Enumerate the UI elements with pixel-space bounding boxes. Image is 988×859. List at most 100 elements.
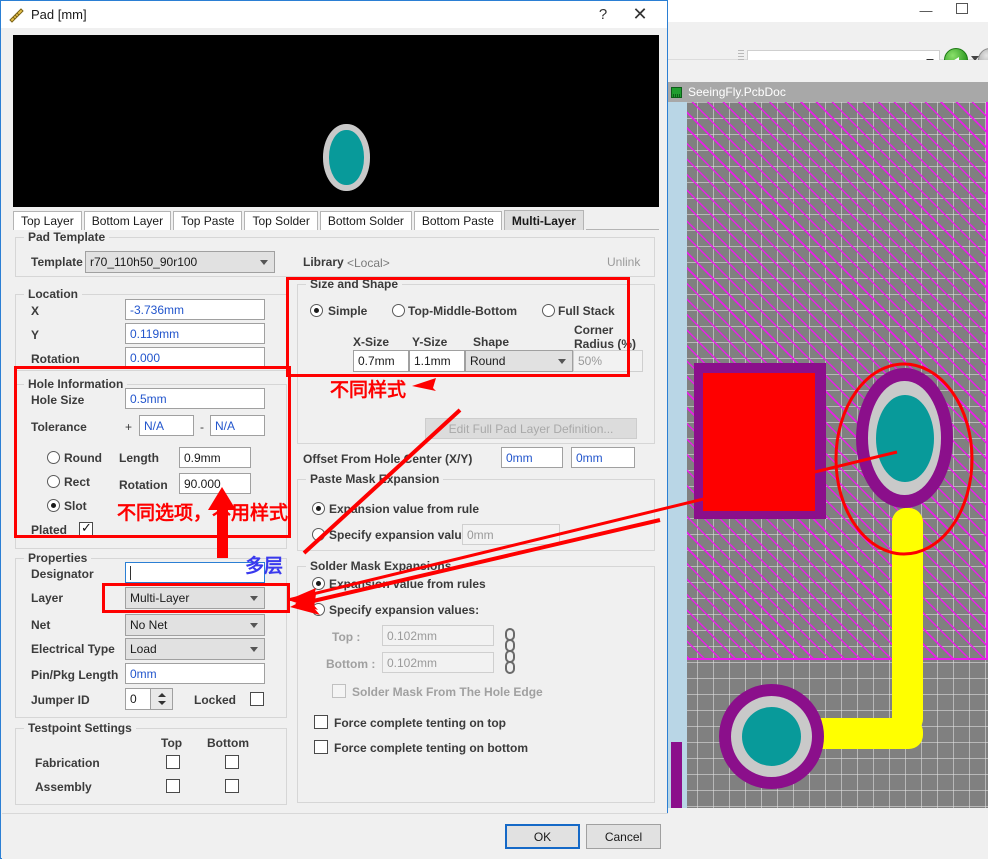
tolerance-plus-input[interactable]: N/A bbox=[139, 415, 194, 436]
shape-select-value: Round bbox=[470, 354, 506, 368]
layer-select-value: Multi-Layer bbox=[130, 591, 190, 605]
stepper-down-icon[interactable] bbox=[158, 701, 166, 705]
minimize-button[interactable]: — bbox=[919, 4, 933, 17]
help-button[interactable]: ? bbox=[594, 6, 612, 23]
template-select[interactable]: r70_110h50_90r100 bbox=[85, 251, 275, 273]
edit-full-pad-layer-definition-label: Edit Full Pad Layer Definition... bbox=[448, 421, 614, 436]
paste-mask-specify-value: 0mm bbox=[467, 527, 494, 542]
tolerance-plus-value: N/A bbox=[144, 418, 165, 433]
net-select-value: No Net bbox=[130, 618, 168, 632]
xsize-input[interactable]: 0.7mm bbox=[353, 350, 409, 372]
testpoint-fabrication-label: Fabrication bbox=[35, 756, 100, 770]
tolerance-minus-input[interactable]: N/A bbox=[210, 415, 265, 436]
layer-select[interactable]: Multi-Layer bbox=[125, 587, 265, 609]
force-tenting-top-checkbox[interactable] bbox=[314, 715, 328, 729]
tab-multi-layer[interactable]: Multi-Layer bbox=[503, 210, 584, 230]
pcb-document-icon bbox=[671, 86, 682, 98]
paste-mask-specify-radio[interactable] bbox=[312, 528, 325, 541]
net-select[interactable]: No Net bbox=[125, 614, 265, 636]
unlink-button[interactable]: Unlink bbox=[607, 255, 640, 269]
testpoint-fabrication-top-checkbox[interactable] bbox=[166, 755, 180, 769]
electrical-type-select[interactable]: Load bbox=[125, 638, 265, 660]
hole-length-value: 0.9mm bbox=[184, 450, 221, 465]
corner-radius-input[interactable]: 50% bbox=[573, 350, 643, 372]
location-x-input[interactable]: -3.736mm bbox=[125, 299, 265, 320]
locked-label: Locked bbox=[194, 693, 237, 707]
tolerance-label: Tolerance bbox=[31, 420, 87, 434]
chevron-down-icon bbox=[250, 596, 258, 601]
pcb-slot-pad-hole[interactable] bbox=[876, 395, 934, 482]
tab-bottom-layer[interactable]: Bottom Layer bbox=[83, 211, 172, 230]
tab-bottom-paste[interactable]: Bottom Paste bbox=[413, 211, 502, 230]
size-mode-tmb-radio[interactable] bbox=[392, 304, 405, 317]
text-caret bbox=[130, 565, 131, 580]
tab-top-layer[interactable]: Top Layer bbox=[13, 211, 82, 230]
solder-mask-from-hole-edge-label: Solder Mask From The Hole Edge bbox=[352, 685, 543, 699]
pad-template-group-title: Pad Template bbox=[24, 230, 110, 244]
plated-label: Plated bbox=[31, 523, 68, 537]
testpoint-col-top: Top bbox=[161, 736, 183, 750]
location-y-input[interactable]: 0.119mm bbox=[125, 323, 265, 344]
stepper-up-icon[interactable] bbox=[158, 693, 166, 697]
location-x-value: -3.736mm bbox=[130, 302, 185, 317]
maximize-button[interactable] bbox=[956, 3, 968, 14]
background-toolbar bbox=[665, 22, 988, 72]
hole-size-input[interactable]: 0.5mm bbox=[125, 388, 265, 409]
offset-x-input[interactable]: 0mm bbox=[501, 447, 563, 468]
solder-mask-top-input[interactable]: 0.102mm bbox=[382, 625, 494, 646]
force-tenting-bottom-checkbox[interactable] bbox=[314, 740, 328, 754]
pcb-trace-vertical[interactable] bbox=[892, 508, 923, 733]
shape-select[interactable]: Round bbox=[465, 350, 573, 372]
paste-mask-from-rule-label: Expansion value from rule bbox=[329, 502, 480, 516]
hole-shape-round-radio[interactable] bbox=[47, 451, 60, 464]
offset-y-input[interactable]: 0mm bbox=[571, 447, 635, 468]
ysize-input[interactable]: 1.1mm bbox=[409, 350, 465, 372]
col-xsize-header: X-Size bbox=[353, 335, 390, 349]
solder-mask-bottom-input[interactable]: 0.102mm bbox=[382, 652, 494, 673]
close-icon[interactable]: ✕ bbox=[630, 4, 650, 24]
hole-shape-rect-radio[interactable] bbox=[47, 475, 60, 488]
testpoint-col-bottom: Bottom bbox=[207, 736, 249, 750]
paste-mask-from-rule-radio[interactable] bbox=[312, 502, 325, 515]
layer-tabs: Top Layer Bottom Layer Top Paste Top Sol… bbox=[13, 210, 659, 230]
tab-top-solder[interactable]: Top Solder bbox=[244, 211, 318, 230]
location-rotation-input[interactable]: 0.000 bbox=[125, 347, 265, 368]
testpoint-assembly-bottom-checkbox[interactable] bbox=[225, 779, 239, 793]
net-label: Net bbox=[31, 618, 51, 632]
ok-button[interactable]: OK bbox=[505, 824, 580, 849]
jumper-id-input[interactable]: 0 bbox=[125, 688, 151, 710]
locked-checkbox[interactable] bbox=[250, 692, 264, 706]
pcb-round-pad-hole[interactable] bbox=[742, 707, 801, 766]
testpoint-fabrication-bottom-checkbox[interactable] bbox=[225, 755, 239, 769]
pcb-square-pad[interactable] bbox=[703, 373, 815, 511]
testpoint-assembly-top-checkbox[interactable] bbox=[166, 779, 180, 793]
size-mode-simple-radio[interactable] bbox=[310, 304, 323, 317]
cancel-button[interactable]: Cancel bbox=[586, 824, 661, 849]
size-mode-full-stack-radio[interactable] bbox=[542, 304, 555, 317]
location-y-value: 0.119mm bbox=[130, 326, 180, 341]
tab-bottom-solder[interactable]: Bottom Solder bbox=[319, 211, 412, 230]
solder-mask-specify-radio[interactable] bbox=[312, 603, 325, 616]
pin-pkg-length-label: Pin/Pkg Length bbox=[31, 668, 119, 682]
edit-full-pad-layer-definition-button[interactable]: Edit Full Pad Layer Definition... bbox=[425, 418, 637, 439]
hole-size-label: Hole Size bbox=[31, 393, 85, 407]
designator-input[interactable] bbox=[125, 562, 265, 583]
pin-pkg-length-input[interactable]: 0mm bbox=[125, 663, 265, 684]
chevron-down-icon bbox=[558, 359, 566, 364]
tab-top-paste[interactable]: Top Paste bbox=[173, 211, 243, 230]
link-chain-icon[interactable] bbox=[504, 628, 516, 674]
hole-length-input[interactable]: 0.9mm bbox=[179, 447, 251, 468]
location-rotation-label: Rotation bbox=[31, 352, 80, 366]
jumper-id-label: Jumper ID bbox=[31, 693, 90, 707]
jumper-id-stepper[interactable] bbox=[151, 688, 173, 710]
hole-shape-slot-radio[interactable] bbox=[47, 499, 60, 512]
document-tab[interactable]: SeeingFly.PcbDoc bbox=[665, 82, 988, 102]
hole-length-label: Length bbox=[119, 451, 159, 465]
paste-mask-specify-input[interactable]: 0mm bbox=[462, 524, 560, 545]
solder-mask-from-hole-edge-checkbox[interactable] bbox=[332, 684, 346, 698]
layer-label: Layer bbox=[31, 591, 64, 605]
hole-rotation-input[interactable]: 90.000 bbox=[179, 473, 251, 494]
solder-mask-from-rules-radio[interactable] bbox=[312, 577, 325, 590]
plated-checkbox[interactable] bbox=[79, 520, 93, 536]
pin-pkg-length-value: 0mm bbox=[130, 666, 157, 681]
